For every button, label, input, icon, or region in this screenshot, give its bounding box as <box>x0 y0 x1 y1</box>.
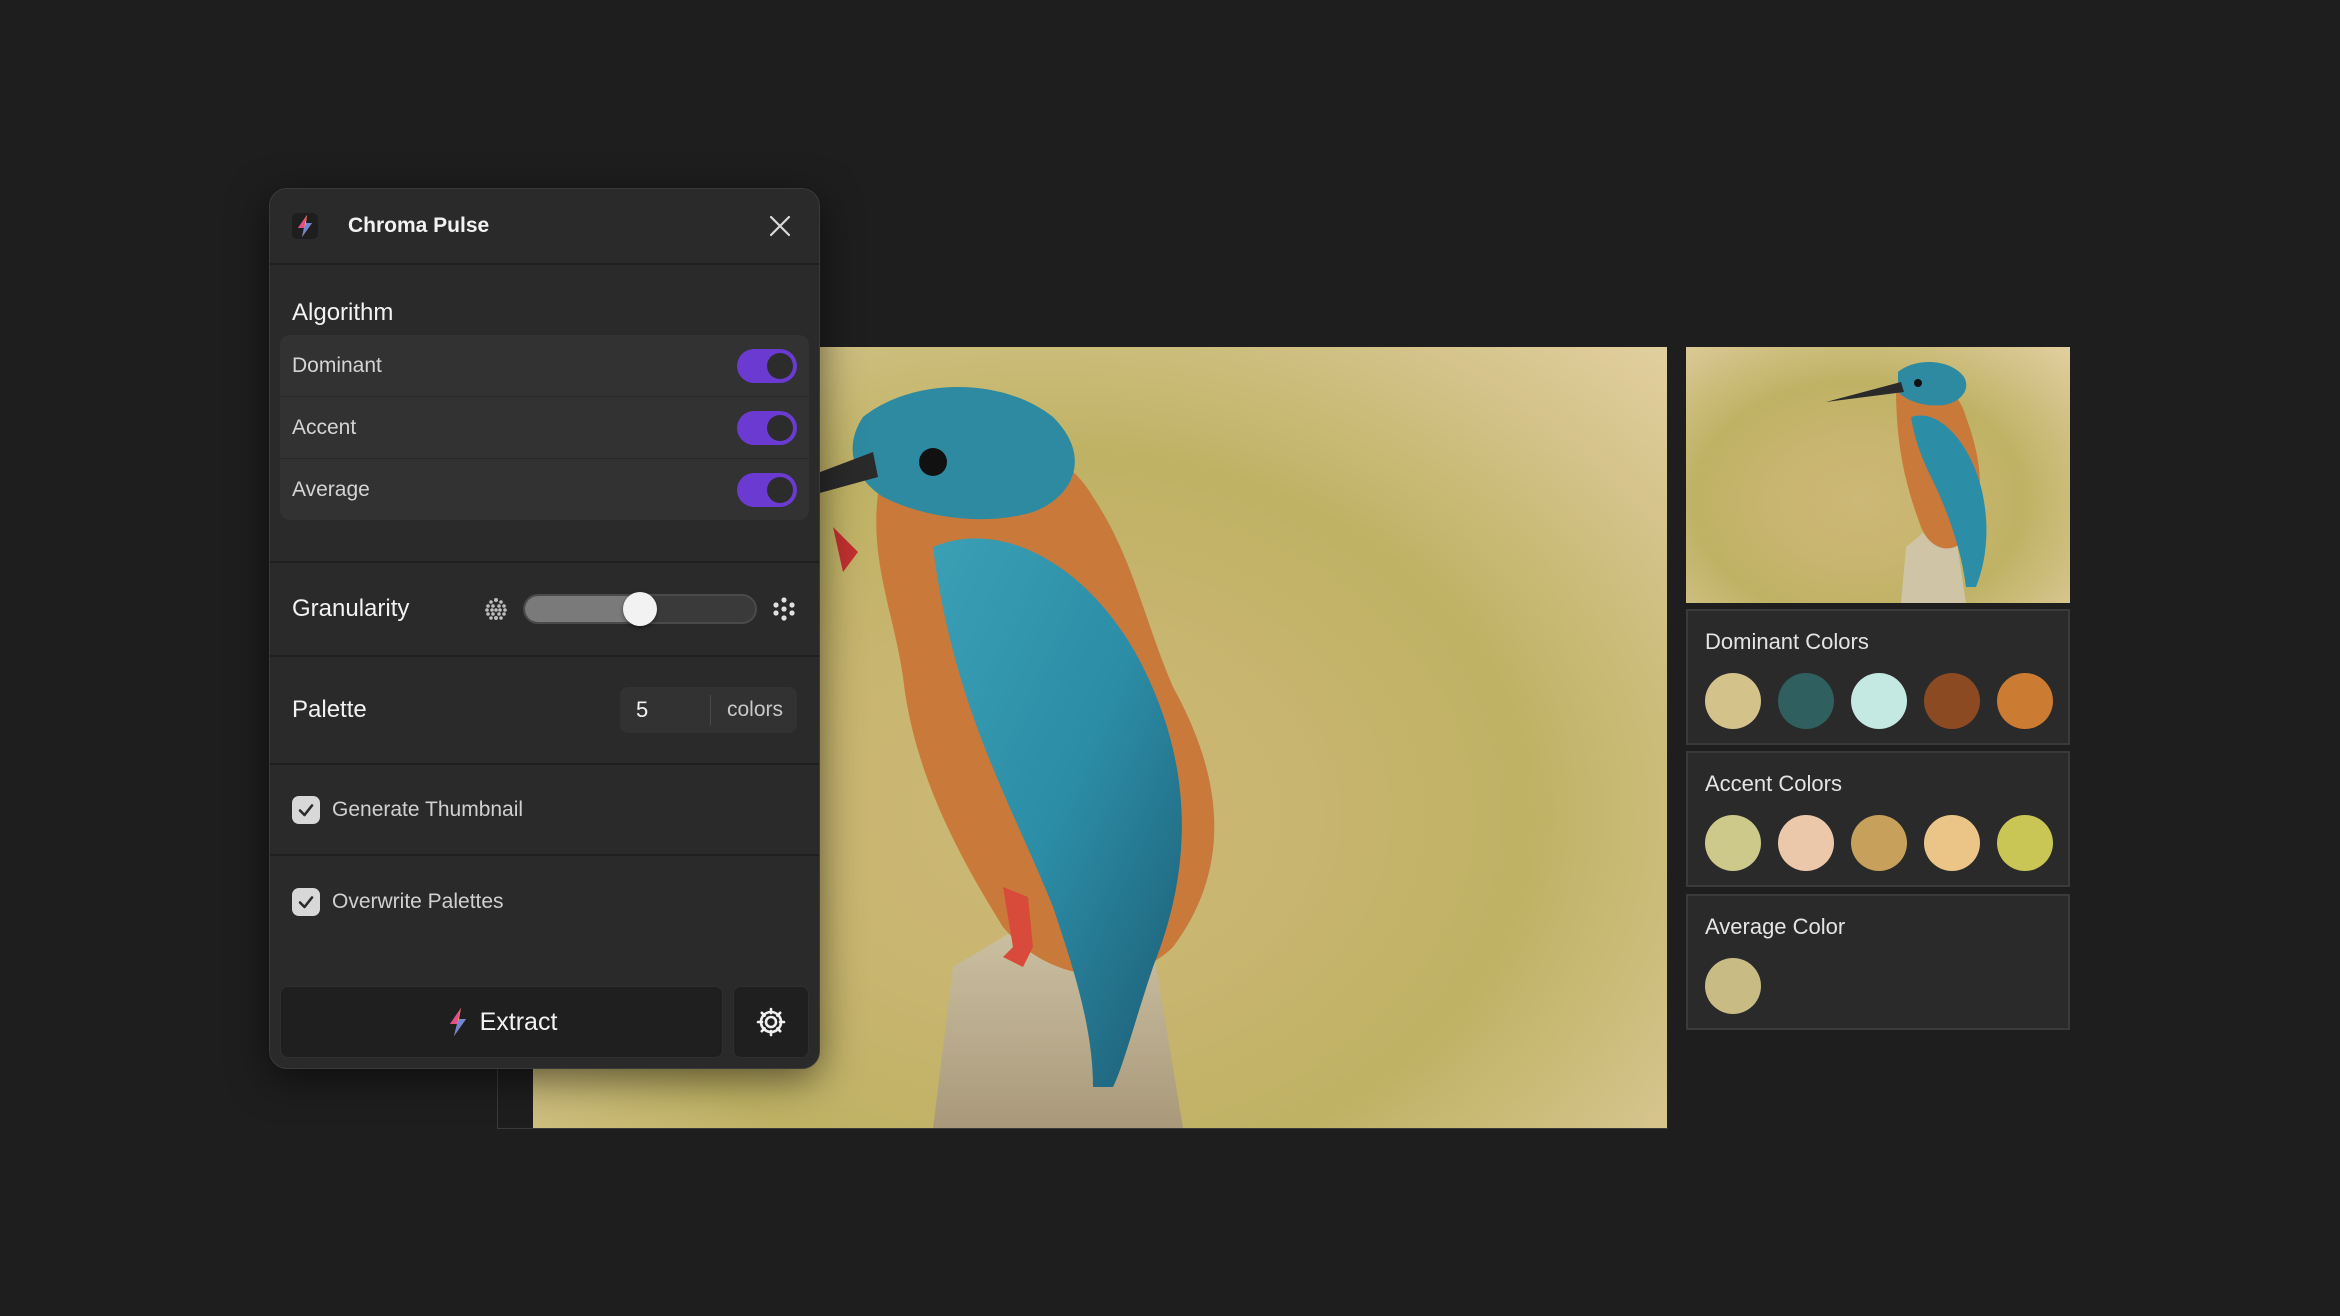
fine-grain-icon <box>485 598 507 620</box>
average-color-card: Average Color <box>1686 894 2070 1030</box>
dominant-color-swatch[interactable] <box>1997 673 2053 729</box>
panel-footer: Extract <box>280 986 809 1058</box>
thumbnail-image[interactable] <box>1686 347 2070 603</box>
overwrite-palettes-label: Overwrite Palettes <box>332 889 504 913</box>
palette-label: Palette <box>292 696 367 723</box>
toggle-knob <box>767 352 793 379</box>
dominant-color-swatch[interactable] <box>1778 673 1834 729</box>
toggle-knob <box>767 476 793 503</box>
toggle-row-average: Average <box>280 459 809 520</box>
algorithm-section: Algorithm Dominant Accent Average <box>270 265 819 563</box>
toggle-row-accent: Accent <box>280 397 809 459</box>
accent-toggle[interactable] <box>737 410 797 445</box>
average-color-title: Average Color <box>1705 914 1846 939</box>
close-icon <box>769 215 791 237</box>
average-color-swatch[interactable] <box>1705 958 1761 1014</box>
checkmark-icon <box>298 895 314 908</box>
toggle-label-accent: Accent <box>292 415 357 439</box>
accent-colors-card: Accent Colors <box>1686 751 2070 887</box>
palette-count-box: colors <box>619 687 797 733</box>
accent-color-swatch[interactable] <box>1997 815 2053 871</box>
accent-color-swatch[interactable] <box>1851 815 1907 871</box>
dominant-colors-title: Dominant Colors <box>1705 629 1869 654</box>
app-title: Chroma Pulse <box>348 214 490 237</box>
plugin-panel: Chroma Pulse Algorithm Dominant Accent A… <box>269 188 820 1069</box>
bolt-icon <box>449 1008 466 1036</box>
granularity-section: Granularity <box>270 563 819 657</box>
toggle-knob <box>767 414 793 441</box>
average-toggle[interactable] <box>737 472 797 507</box>
settings-button[interactable] <box>733 986 809 1058</box>
coarse-grain-icon <box>773 597 795 621</box>
accent-color-swatch[interactable] <box>1778 815 1834 871</box>
granularity-slider[interactable] <box>523 592 757 626</box>
dominant-colors-card: Dominant Colors <box>1686 609 2070 745</box>
accent-swatches <box>1705 815 2053 871</box>
panel-titlebar[interactable]: Chroma Pulse <box>270 189 819 265</box>
extract-label: Extract <box>479 1007 558 1036</box>
palette-count-input[interactable] <box>619 687 710 733</box>
extract-button[interactable]: Extract <box>280 986 723 1058</box>
algorithm-title: Algorithm <box>292 299 394 326</box>
overwrite-palettes-checkbox[interactable] <box>292 887 320 916</box>
accent-color-swatch[interactable] <box>1705 815 1761 871</box>
accent-colors-title: Accent Colors <box>1705 771 1842 796</box>
dominant-color-swatch[interactable] <box>1924 673 1980 729</box>
overwrite-palettes-row: Overwrite Palettes <box>270 856 819 947</box>
generate-thumbnail-row: Generate Thumbnail <box>270 765 819 856</box>
palette-unit: colors <box>726 698 783 721</box>
dominant-swatches <box>1705 673 2053 729</box>
generate-thumbnail-checkbox[interactable] <box>292 795 320 824</box>
dominant-color-swatch[interactable] <box>1705 673 1761 729</box>
checkmark-icon <box>298 803 314 816</box>
toggle-label-dominant: Dominant <box>292 353 382 377</box>
granularity-label: Granularity <box>292 595 410 622</box>
slider-thumb[interactable] <box>623 592 657 626</box>
gear-icon <box>756 1007 786 1037</box>
toggle-row-dominant: Dominant <box>280 335 809 397</box>
granularity-control <box>483 592 797 626</box>
bolt-app-icon <box>292 213 318 239</box>
dominant-toggle[interactable] <box>737 348 797 383</box>
algorithm-toggle-group: Dominant Accent Average <box>280 335 809 520</box>
generate-thumbnail-label: Generate Thumbnail <box>332 797 524 821</box>
kingfisher-thumbnail-illustration <box>1826 361 1987 603</box>
palette-section: Palette colors <box>270 657 819 765</box>
average-swatches <box>1705 958 1761 1014</box>
close-button[interactable] <box>763 209 797 243</box>
accent-color-swatch[interactable] <box>1924 815 1980 871</box>
toggle-label-average: Average <box>292 477 370 501</box>
dominant-color-swatch[interactable] <box>1851 673 1907 729</box>
